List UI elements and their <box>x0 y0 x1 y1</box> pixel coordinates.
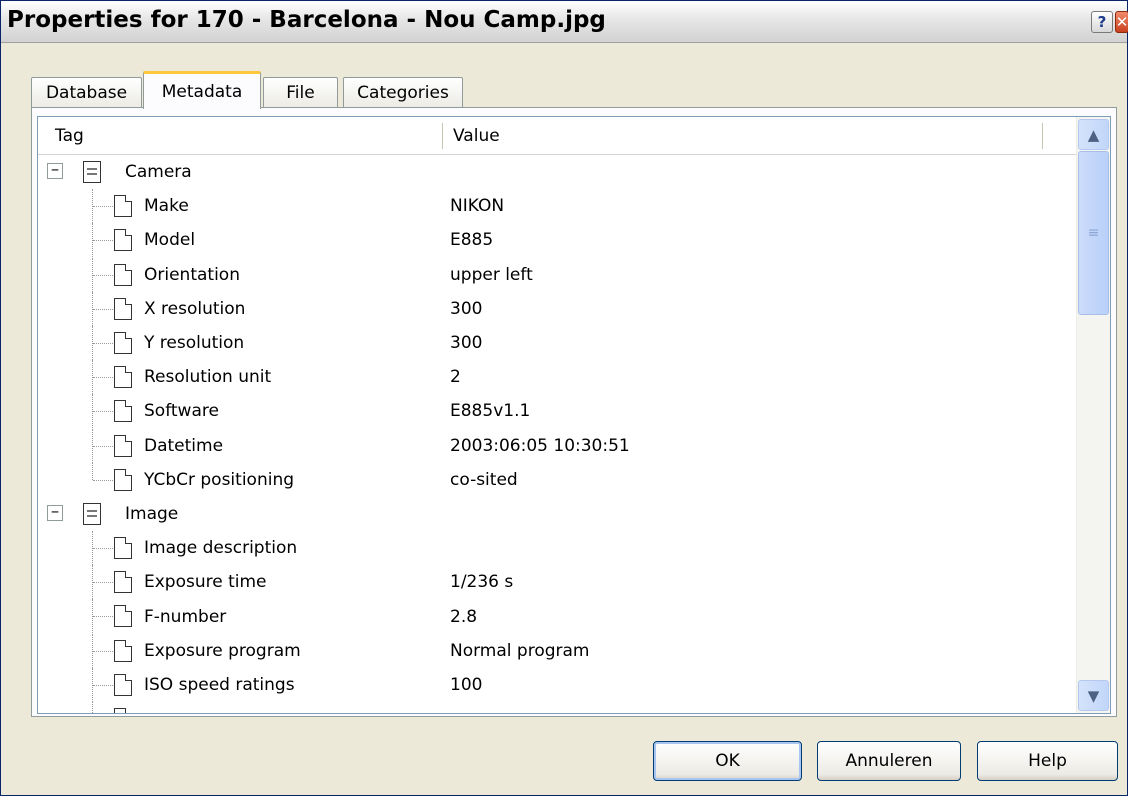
row-value: co-sited <box>450 469 518 490</box>
help-caption-button[interactable]: ? <box>1091 11 1113 33</box>
window-title: Properties for 170 - Barcelona - Nou Cam… <box>7 7 606 33</box>
row-value: 2 <box>450 367 461 388</box>
table-row[interactable]: Y resolution 300 <box>38 325 1078 360</box>
row-value: 300 <box>450 298 483 319</box>
document-icon <box>114 366 132 389</box>
group-document-icon <box>83 161 101 183</box>
table-row[interactable]: ISO speed ratings 100 <box>38 667 1078 702</box>
tree-group-image[interactable]: − Image <box>38 497 1078 531</box>
row-tag: Model <box>144 230 196 251</box>
row-tag: Datetime <box>144 435 224 456</box>
metadata-tab-page: Tag Value − Camera Make NIKON Model E885 O… <box>31 107 1117 717</box>
row-tag: Resolution unit <box>144 367 272 388</box>
list-header: Tag Value <box>38 117 1078 155</box>
row-tag: X resolution <box>144 298 246 319</box>
tree-rows: − Camera Make NIKON Model E885 Orientation… <box>38 155 1078 713</box>
row-value: 300 <box>450 333 483 354</box>
title-bar: Properties for 170 - Barcelona - Nou Cam… <box>1 1 1128 43</box>
row-value: Normal program <box>450 640 590 661</box>
row-tag: Make <box>144 196 189 217</box>
row-tag: Exposure time <box>144 572 267 593</box>
tab-database[interactable]: Database <box>31 77 142 107</box>
document-icon <box>114 639 132 662</box>
row-tag: Y resolution <box>144 333 245 354</box>
table-row[interactable]: Software E885v1.1 <box>38 394 1078 429</box>
table-row[interactable]: Make NIKON <box>38 189 1078 224</box>
document-icon <box>114 195 132 218</box>
column-separator[interactable] <box>1042 123 1043 149</box>
table-row[interactable]: Exposure program Normal program <box>38 633 1078 668</box>
row-tag: YCbCr positioning <box>144 469 295 490</box>
scroll-up-icon[interactable]: ▲ <box>1078 119 1109 150</box>
document-icon <box>114 605 132 628</box>
document-icon <box>114 297 132 320</box>
document-icon <box>114 400 132 423</box>
table-row[interactable]: F-number 2.8 <box>38 599 1078 634</box>
row-value: 100 <box>450 674 483 695</box>
document-icon <box>114 537 132 560</box>
table-row[interactable]: Exposure time 1/236 s <box>38 565 1078 600</box>
metadata-tree-list[interactable]: Tag Value − Camera Make NIKON Model E885 O… <box>37 116 1111 714</box>
table-row-partial[interactable] <box>38 702 1078 713</box>
collapse-icon[interactable]: − <box>47 504 63 521</box>
column-header-value[interactable]: Value <box>453 117 500 155</box>
document-icon <box>114 434 132 457</box>
table-row[interactable]: Datetime 2003:06:05 10:30:51 <box>38 428 1078 463</box>
row-tag: ISO speed ratings <box>144 674 295 695</box>
group-label: Image <box>125 503 179 524</box>
cancel-button[interactable]: Annuleren <box>817 741 961 781</box>
close-icon[interactable]: ✕ <box>1115 11 1128 33</box>
tab-categories[interactable]: Categories <box>343 77 463 107</box>
row-tag: Exposure program <box>144 640 301 661</box>
row-tag: F-number <box>144 606 227 627</box>
document-icon <box>114 708 132 713</box>
properties-dialog: Properties for 170 - Barcelona - Nou Cam… <box>0 0 1128 796</box>
row-value: 1/236 s <box>450 572 514 593</box>
row-value: 2.8 <box>450 606 478 627</box>
table-row[interactable]: YCbCr positioning co-sited <box>38 462 1078 497</box>
row-tag: Orientation <box>144 264 240 285</box>
collapse-icon[interactable]: − <box>47 163 63 179</box>
document-icon <box>114 331 132 354</box>
column-separator[interactable] <box>442 123 443 149</box>
scroll-thumb[interactable]: ≡ <box>1078 151 1109 315</box>
scroll-down-icon[interactable]: ▼ <box>1078 680 1109 711</box>
document-icon <box>114 468 132 491</box>
row-value: NIKON <box>450 196 505 217</box>
group-label: Camera <box>125 162 192 183</box>
table-row[interactable]: X resolution 300 <box>38 291 1078 326</box>
ok-button[interactable]: OK <box>653 741 802 781</box>
row-value: 2003:06:05 10:30:51 <box>450 435 630 456</box>
row-tag: Image description <box>144 538 298 559</box>
row-value: E885 <box>450 230 494 251</box>
table-row[interactable]: Model E885 <box>38 223 1078 258</box>
table-row[interactable]: Resolution unit 2 <box>38 360 1078 395</box>
tree-group-camera[interactable]: − Camera <box>38 155 1078 189</box>
document-icon <box>114 229 132 252</box>
help-button[interactable]: Help <box>977 741 1118 781</box>
group-document-icon <box>83 502 101 525</box>
row-tag: Software <box>144 401 219 422</box>
row-value: upper left <box>450 264 533 285</box>
row-value: E885v1.1 <box>450 401 531 422</box>
document-icon <box>114 571 132 594</box>
vertical-scrollbar[interactable]: ▲ ≡ ▼ <box>1076 117 1110 713</box>
document-icon <box>114 263 132 286</box>
table-row[interactable]: Image description <box>38 531 1078 566</box>
table-row[interactable]: Orientation upper left <box>38 257 1078 292</box>
document-icon <box>114 673 132 696</box>
tab-metadata[interactable]: Metadata <box>143 71 261 109</box>
tab-file[interactable]: File <box>263 77 338 107</box>
column-header-tag[interactable]: Tag <box>55 117 84 155</box>
